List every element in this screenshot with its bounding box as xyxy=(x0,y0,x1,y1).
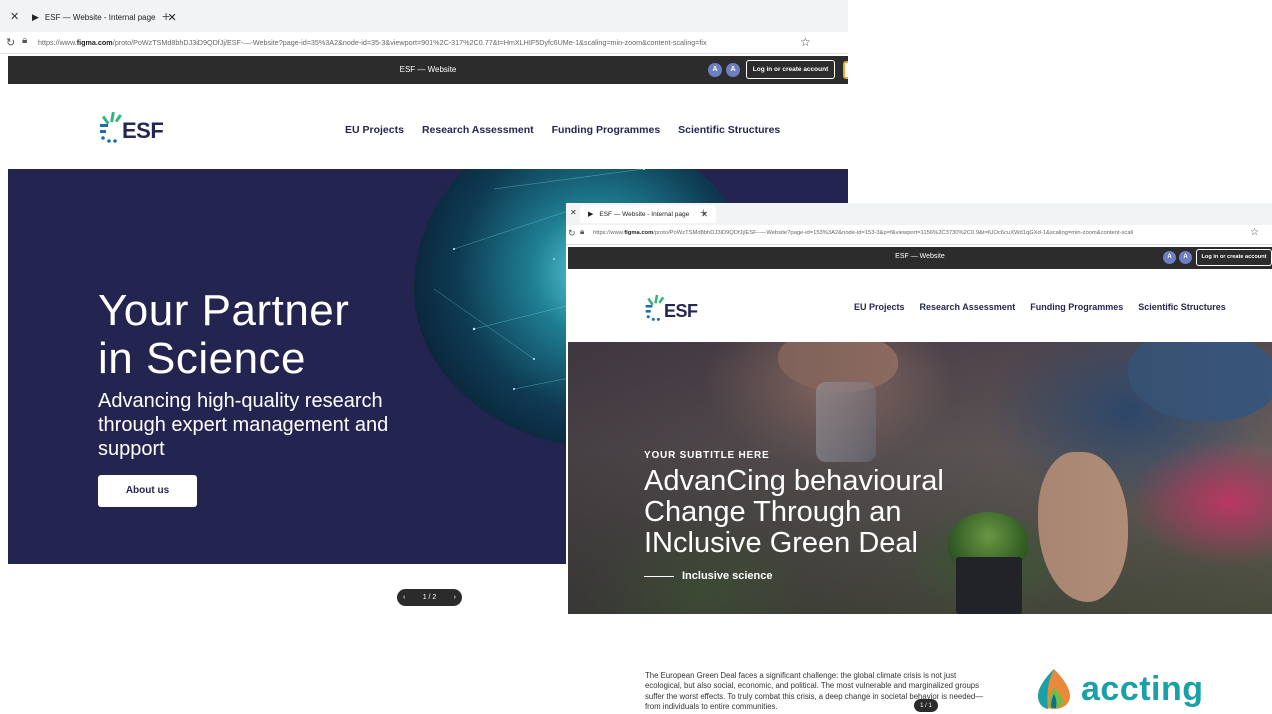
figma-prototype-bar: ESF — Website A A Log in or create accou… xyxy=(568,247,1272,269)
figma-share-button[interactable] xyxy=(843,61,848,79)
lock-icon: 🔒︎ xyxy=(22,35,28,46)
main-nav: EU Projects Research Assessment Funding … xyxy=(345,124,780,136)
url-text[interactable]: https://www.figma.com/proto/PoWzTSMd8bhD… xyxy=(593,230,1243,236)
star-icon[interactable]: ☆ xyxy=(1250,227,1259,238)
esf-logo[interactable]: ESF xyxy=(644,293,698,322)
chevron-right-icon[interactable]: › xyxy=(454,594,456,601)
browser-window-overlay: ✕ ▶ ESF — Website - Internal page ✕ + ↻ … xyxy=(566,203,1272,614)
about-us-button[interactable]: About us xyxy=(98,475,197,507)
nav-item-scientific-structures[interactable]: Scientific Structures xyxy=(1138,302,1226,312)
hero-section-photo: YOUR SUBTITLE HERE AdvanCing behavioural… xyxy=(568,342,1272,614)
nav-item-eu-projects[interactable]: EU Projects xyxy=(345,124,404,136)
browser-tab[interactable]: ▶ ESF — Website - Internal page ✕ xyxy=(24,6,185,28)
nav-item-research-assessment[interactable]: Research Assessment xyxy=(920,302,1016,312)
chevron-left-icon[interactable]: ‹ xyxy=(403,594,405,601)
tagline-rule xyxy=(644,575,674,577)
main-nav: EU Projects Research Assessment Funding … xyxy=(854,302,1226,312)
esf-logo-mark xyxy=(100,111,122,143)
tab-bar: ✕ ▶ ESF — Website - Internal page ✕ + xyxy=(0,0,848,32)
plus-icon[interactable]: + xyxy=(700,207,706,219)
tab-title: ESF — Website - Internal page xyxy=(44,12,156,22)
browser-tab[interactable]: ▶ ESF — Website - Internal page ✕ xyxy=(580,205,716,223)
logo-wordmark: ESF xyxy=(664,301,698,321)
intro-paragraph: The European Green Deal faces a signific… xyxy=(645,671,984,712)
hero-title: Your Partner in Science xyxy=(98,286,350,383)
avatar[interactable]: A xyxy=(726,63,740,77)
avatar[interactable]: A xyxy=(1163,251,1176,264)
avatar[interactable]: A xyxy=(708,63,722,77)
accting-logo[interactable]: accting xyxy=(1035,668,1204,710)
nav-item-funding-programmes[interactable]: Funding Programmes xyxy=(1030,302,1123,312)
nav-item-scientific-structures[interactable]: Scientific Structures xyxy=(678,124,780,136)
url-text[interactable]: https://www.figma.com/proto/PoWzTSMd8bhD… xyxy=(38,38,793,47)
close-icon[interactable]: ✕ xyxy=(10,10,19,23)
reload-icon[interactable]: ↻ xyxy=(568,228,576,239)
site-header: ESF EU Projects Research Assessment Fund… xyxy=(8,90,848,168)
pager-count: 1 / 2 xyxy=(422,594,437,601)
plus-icon[interactable]: + xyxy=(162,8,170,24)
esf-logo[interactable]: ESF xyxy=(98,110,164,144)
accting-logo-mark xyxy=(1038,669,1070,709)
figma-prototype-bar: ESF — Website A A Log in or create accou… xyxy=(8,56,848,84)
star-icon[interactable]: ☆ xyxy=(800,35,811,49)
slide-pager: 1 / 1 xyxy=(914,699,938,712)
hero-kicker: YOUR SUBTITLE HERE xyxy=(644,450,770,461)
site-header: ESF EU Projects Research Assessment Fund… xyxy=(568,271,1272,342)
close-icon[interactable]: ✕ xyxy=(570,208,577,217)
address-bar[interactable]: ↻ 🔒︎ https://www.figma.com/proto/PoWzTSM… xyxy=(566,225,1272,245)
logo-wordmark: ESF xyxy=(122,118,164,143)
tab-bar: ✕ ▶ ESF — Website - Internal page ✕ + xyxy=(566,203,1272,225)
nav-item-funding-programmes[interactable]: Funding Programmes xyxy=(552,124,661,136)
tab-title: ESF — Website - Internal page xyxy=(599,210,690,218)
nav-item-research-assessment[interactable]: Research Assessment xyxy=(422,124,534,136)
slide-pager: ‹ 1 / 2 › xyxy=(397,589,462,606)
esf-logo-mark xyxy=(645,294,665,321)
hero-title: AdvanCing behavioural Change Through an … xyxy=(644,465,944,559)
address-bar[interactable]: ↻ 🔒︎ https://www.figma.com/proto/PoWzTSM… xyxy=(0,32,848,54)
login-button[interactable]: Log in or create account xyxy=(746,60,835,79)
lock-icon: 🔒︎ xyxy=(580,227,585,236)
avatar[interactable]: A xyxy=(1179,251,1192,264)
hero-tagline: Inclusive science xyxy=(644,570,773,582)
accting-wordmark: accting xyxy=(1081,669,1204,708)
screenshot-collage: ✕ ▶ ESF — Website - Internal page ✕ + ↻ … xyxy=(0,0,1272,714)
reload-icon[interactable]: ↻ xyxy=(6,36,15,49)
pager-count: 1 / 1 xyxy=(920,702,932,709)
prototype-title: ESF — Website xyxy=(399,65,457,74)
nav-item-eu-projects[interactable]: EU Projects xyxy=(854,302,905,312)
play-icon: ▶ xyxy=(32,11,39,22)
play-icon: ▶ xyxy=(588,211,594,218)
login-button[interactable]: Log in or create account xyxy=(1196,249,1272,266)
hero-subtitle: Advancing high-quality research through … xyxy=(98,390,389,460)
